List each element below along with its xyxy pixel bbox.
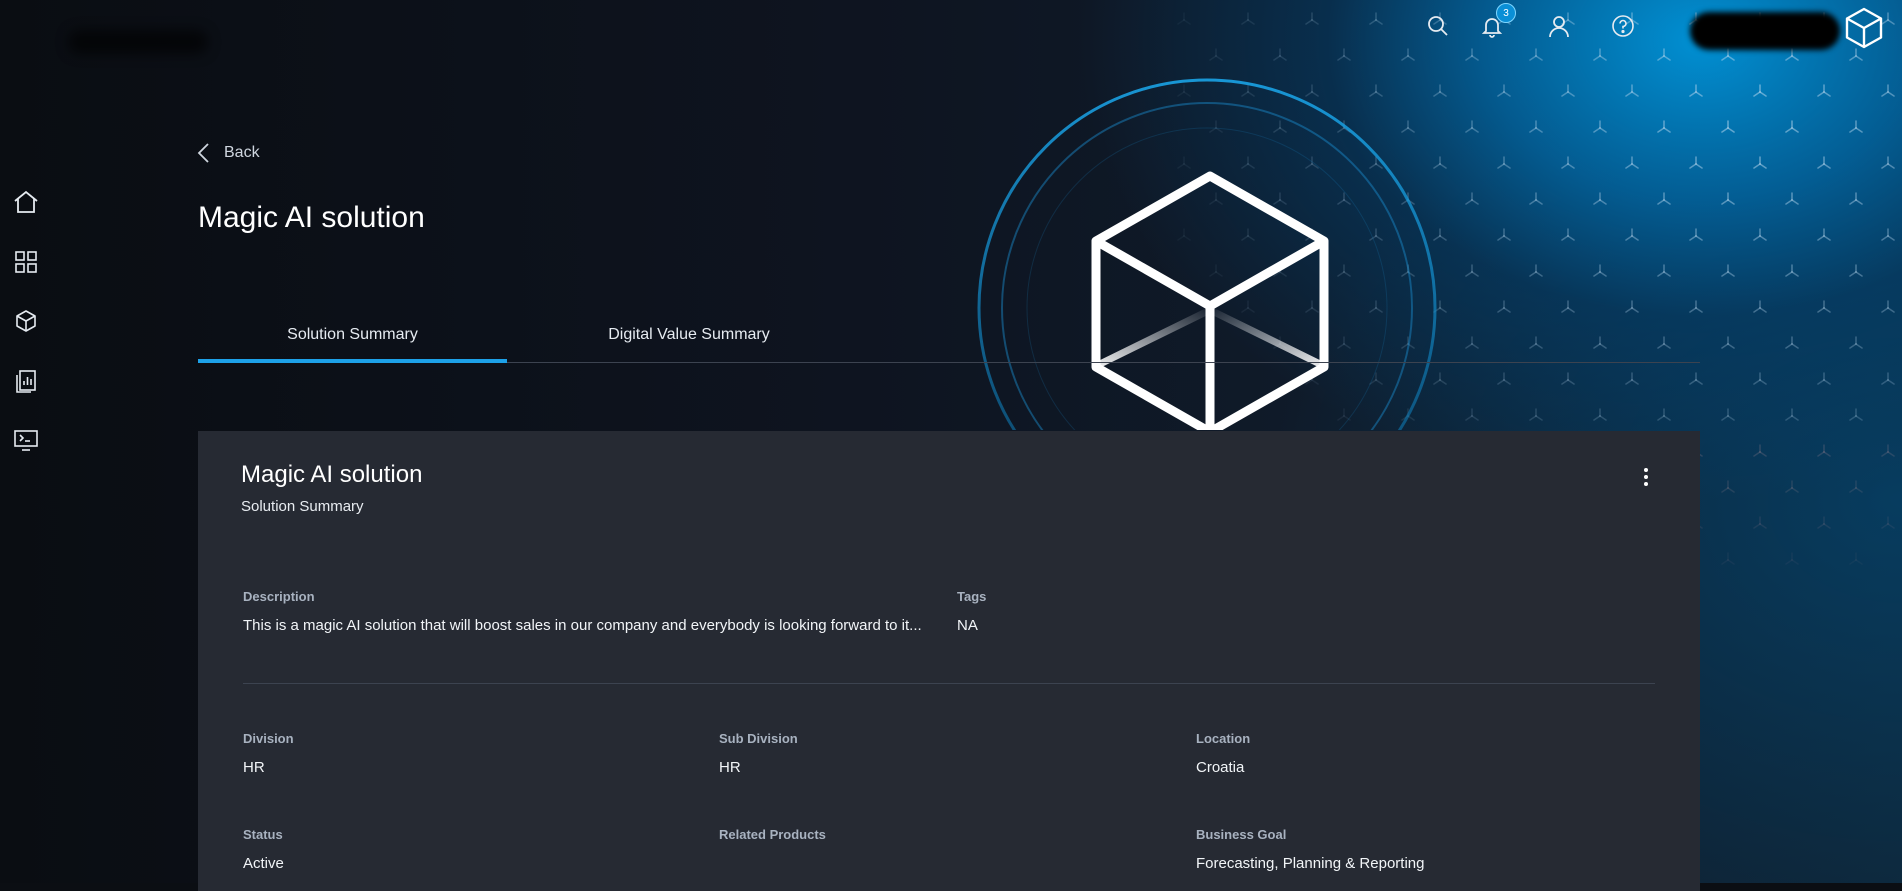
brand-logo-redacted	[68, 30, 208, 54]
business-goal-label: Business Goal	[1196, 827, 1287, 842]
tab-digital-value-summary[interactable]: Digital Value Summary	[560, 326, 818, 344]
report-icon[interactable]	[12, 367, 40, 395]
tab-solution-summary[interactable]: Solution Summary	[198, 326, 507, 344]
description-value: This is a magic AI solution that will bo…	[243, 617, 922, 634]
card-subtitle: Solution Summary	[241, 498, 364, 515]
back-link[interactable]: Back	[196, 142, 260, 164]
related-products-label: Related Products	[719, 827, 826, 842]
user-name-redacted	[1690, 12, 1840, 50]
card-title: Magic AI solution	[241, 461, 423, 488]
status-label: Status	[243, 827, 283, 842]
page-title: Magic AI solution	[198, 201, 425, 234]
location-value: Croatia	[1196, 759, 1245, 776]
user-icon[interactable]	[1545, 12, 1573, 40]
division-label: Division	[243, 731, 294, 746]
more-options-icon[interactable]	[1638, 465, 1654, 489]
location-label: Location	[1196, 731, 1251, 746]
hero-cube-graphic	[977, 78, 1437, 430]
search-icon[interactable]	[1424, 12, 1452, 40]
terminal-icon[interactable]	[12, 426, 40, 454]
cube-logo-icon[interactable]	[1842, 6, 1886, 50]
active-tab-indicator	[198, 359, 507, 363]
solution-summary-card: Magic AI solution Solution Summary Descr…	[198, 431, 1700, 891]
home-icon[interactable]	[12, 188, 40, 216]
section-divider	[243, 683, 1655, 684]
status-value: Active	[243, 855, 284, 872]
description-label: Description	[243, 589, 315, 604]
sidebar	[0, 0, 52, 883]
sub-division-value: HR	[719, 759, 741, 776]
tags-label: Tags	[957, 589, 987, 604]
chevron-left-icon	[197, 143, 209, 163]
business-goal-value: Forecasting, Planning & Reporting	[1196, 855, 1425, 872]
grid-icon[interactable]	[12, 248, 40, 276]
tags-value: NA	[957, 617, 978, 634]
help-icon[interactable]	[1609, 12, 1637, 40]
notification-badge: 3	[1496, 3, 1516, 23]
division-value: HR	[243, 759, 265, 776]
sub-division-label: Sub Division	[719, 731, 798, 746]
cube-icon[interactable]	[12, 307, 40, 335]
back-label: Back	[224, 144, 260, 161]
